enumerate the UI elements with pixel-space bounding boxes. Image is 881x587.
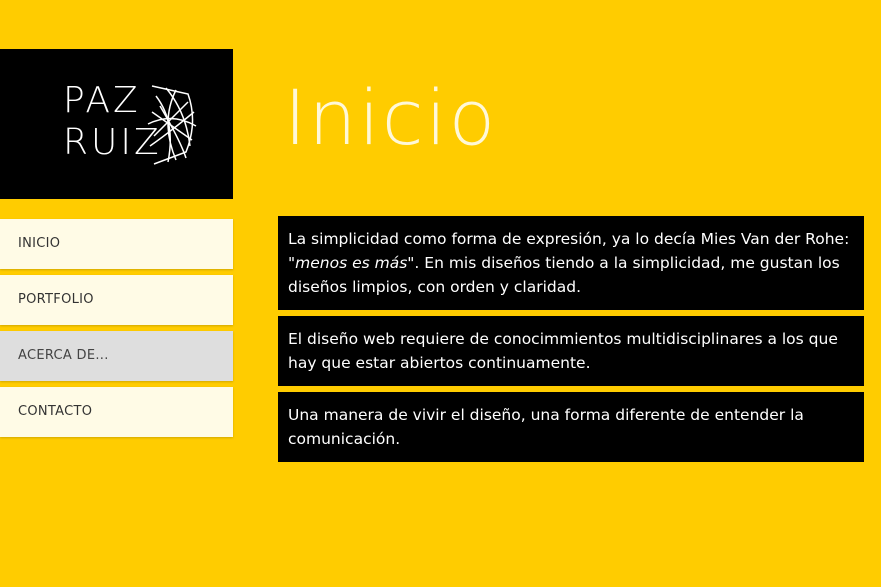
paragraph-way-of-living: Una manera de vivir el diseño, una forma…	[278, 392, 864, 462]
content-section: La simplicidad como forma de expresión, …	[278, 216, 864, 468]
site-logo[interactable]: PAZ RUIZ	[0, 49, 233, 199]
paragraph-simplicity: La simplicidad como forma de expresión, …	[278, 216, 864, 310]
quote-text: "menos es más"	[288, 254, 415, 272]
paragraph-text: La simplicidad como forma de expresión, …	[288, 230, 850, 248]
nav-item-portfolio[interactable]: PORTFOLIO	[0, 275, 233, 325]
nav-item-contacto[interactable]: CONTACTO	[0, 387, 233, 437]
main-nav: INICIO PORTFOLIO ACERCA DE... CONTACTO	[0, 219, 233, 443]
paragraph-web-design: El diseño web requiere de conocimmientos…	[278, 316, 864, 386]
nav-item-inicio[interactable]: INICIO	[0, 219, 233, 269]
logo-globe-icon	[147, 85, 197, 165]
nav-item-acerca-de[interactable]: ACERCA DE...	[0, 331, 233, 381]
page-title: Inicio	[284, 73, 498, 162]
